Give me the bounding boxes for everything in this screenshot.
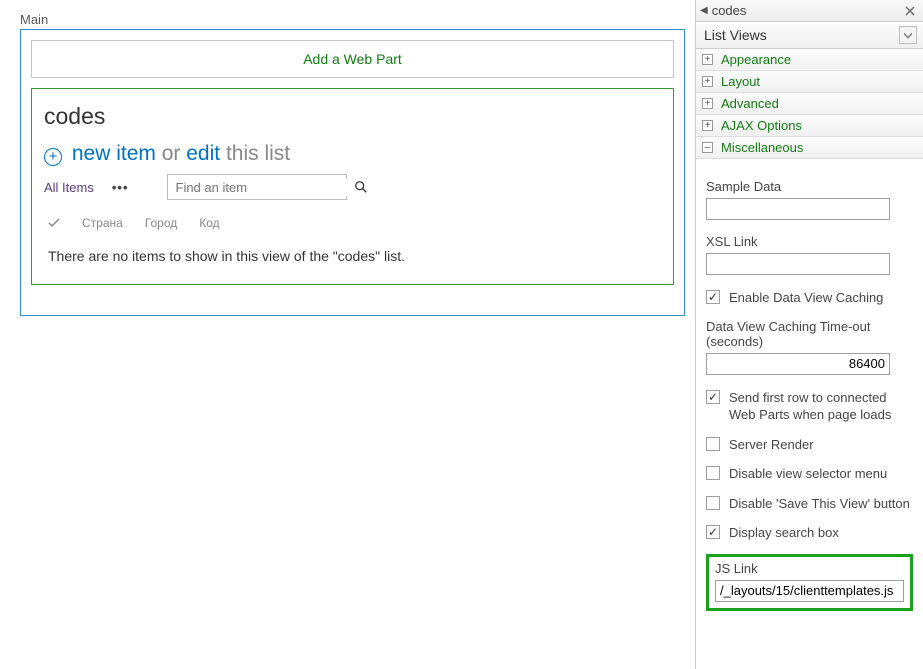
send-first-row-checkbox[interactable] bbox=[706, 390, 720, 404]
disable-view-selector-label: Disable view selector menu bbox=[729, 465, 887, 483]
column-headers: Страна Город Код bbox=[44, 214, 661, 238]
panel-subheader-row[interactable]: List Views bbox=[696, 22, 923, 49]
section-misc[interactable]: – Miscellaneous bbox=[696, 137, 923, 159]
this-list-text: this list bbox=[226, 142, 290, 165]
xsl-link-label: XSL Link bbox=[706, 234, 913, 249]
col-header-0[interactable]: Страна bbox=[82, 216, 123, 230]
or-text: or bbox=[162, 142, 181, 165]
disable-view-selector-checkbox[interactable] bbox=[706, 466, 720, 480]
plus-icon[interactable]: + bbox=[44, 148, 62, 166]
section-ajax-label: AJAX Options bbox=[721, 118, 802, 133]
misc-body: Sample Data XSL Link Enable Data View Ca… bbox=[696, 159, 923, 621]
enable-caching-checkbox[interactable] bbox=[706, 290, 720, 304]
add-webpart-button[interactable]: Add a Web Part bbox=[31, 40, 674, 78]
collapse-icon[interactable]: – bbox=[702, 142, 713, 153]
section-layout[interactable]: + Layout bbox=[696, 71, 923, 93]
chevron-down-icon[interactable] bbox=[899, 26, 917, 44]
section-layout-label: Layout bbox=[721, 74, 760, 89]
close-icon[interactable] bbox=[902, 3, 917, 18]
enable-caching-label: Enable Data View Caching bbox=[729, 289, 883, 307]
ellipsis-icon[interactable]: ••• bbox=[112, 180, 129, 195]
timeout-label: Data View Caching Time-out (seconds) bbox=[706, 319, 913, 349]
sample-data-label: Sample Data bbox=[706, 179, 913, 194]
webpart-codes: codes + new item or edit this list All I… bbox=[31, 88, 674, 285]
empty-message: There are no items to show in this view … bbox=[48, 248, 661, 264]
send-first-row-label: Send first row to connected Web Parts wh… bbox=[729, 389, 913, 424]
js-link-input[interactable] bbox=[715, 580, 904, 602]
panel-title: codes bbox=[712, 3, 747, 18]
disable-save-view-checkbox[interactable] bbox=[706, 496, 720, 510]
edit-link[interactable]: edit bbox=[186, 142, 220, 165]
view-link[interactable]: All Items bbox=[44, 180, 94, 195]
section-misc-label: Miscellaneous bbox=[721, 140, 803, 155]
section-appearance-label: Appearance bbox=[721, 52, 791, 67]
disable-save-view-label: Disable 'Save This View' button bbox=[729, 495, 910, 513]
server-render-checkbox[interactable] bbox=[706, 437, 720, 451]
search-input-wrapper[interactable] bbox=[167, 174, 347, 200]
section-ajax[interactable]: + AJAX Options bbox=[696, 115, 923, 137]
expand-icon[interactable]: + bbox=[702, 76, 713, 87]
panel-back-icon[interactable]: ◀ bbox=[700, 5, 708, 16]
col-header-1[interactable]: Город bbox=[145, 216, 177, 230]
add-webpart-label: Add a Web Part bbox=[303, 51, 402, 67]
js-link-label: JS Link bbox=[715, 561, 904, 576]
section-advanced-label: Advanced bbox=[721, 96, 779, 111]
expand-icon[interactable]: + bbox=[702, 98, 713, 109]
xsl-link-input[interactable] bbox=[706, 253, 890, 275]
col-header-2[interactable]: Код bbox=[199, 216, 219, 230]
sample-data-input[interactable] bbox=[706, 198, 890, 220]
properties-panel: ◀ codes List Views + Appearance + Layout… bbox=[695, 0, 923, 669]
display-search-checkbox[interactable] bbox=[706, 525, 720, 539]
panel-subheader: List Views bbox=[704, 27, 767, 43]
server-render-label: Server Render bbox=[729, 436, 814, 454]
js-link-highlight: JS Link bbox=[706, 554, 913, 611]
check-icon[interactable] bbox=[48, 217, 60, 229]
zone-main: Add a Web Part codes + new item or edit … bbox=[20, 29, 685, 316]
panel-title-bar: ◀ codes bbox=[696, 0, 923, 22]
section-appearance[interactable]: + Appearance bbox=[696, 49, 923, 71]
section-advanced[interactable]: + Advanced bbox=[696, 93, 923, 115]
list-actions: + new item or edit this list bbox=[44, 142, 661, 166]
display-search-label: Display search box bbox=[729, 524, 839, 542]
new-item-link[interactable]: new item bbox=[72, 142, 156, 165]
search-icon[interactable] bbox=[354, 180, 368, 194]
page-title: codes bbox=[44, 103, 661, 130]
timeout-input[interactable] bbox=[706, 353, 890, 375]
expand-icon[interactable]: + bbox=[702, 54, 713, 65]
zone-label: Main bbox=[20, 12, 685, 27]
expand-icon[interactable]: + bbox=[702, 120, 713, 131]
search-input[interactable] bbox=[174, 179, 354, 196]
